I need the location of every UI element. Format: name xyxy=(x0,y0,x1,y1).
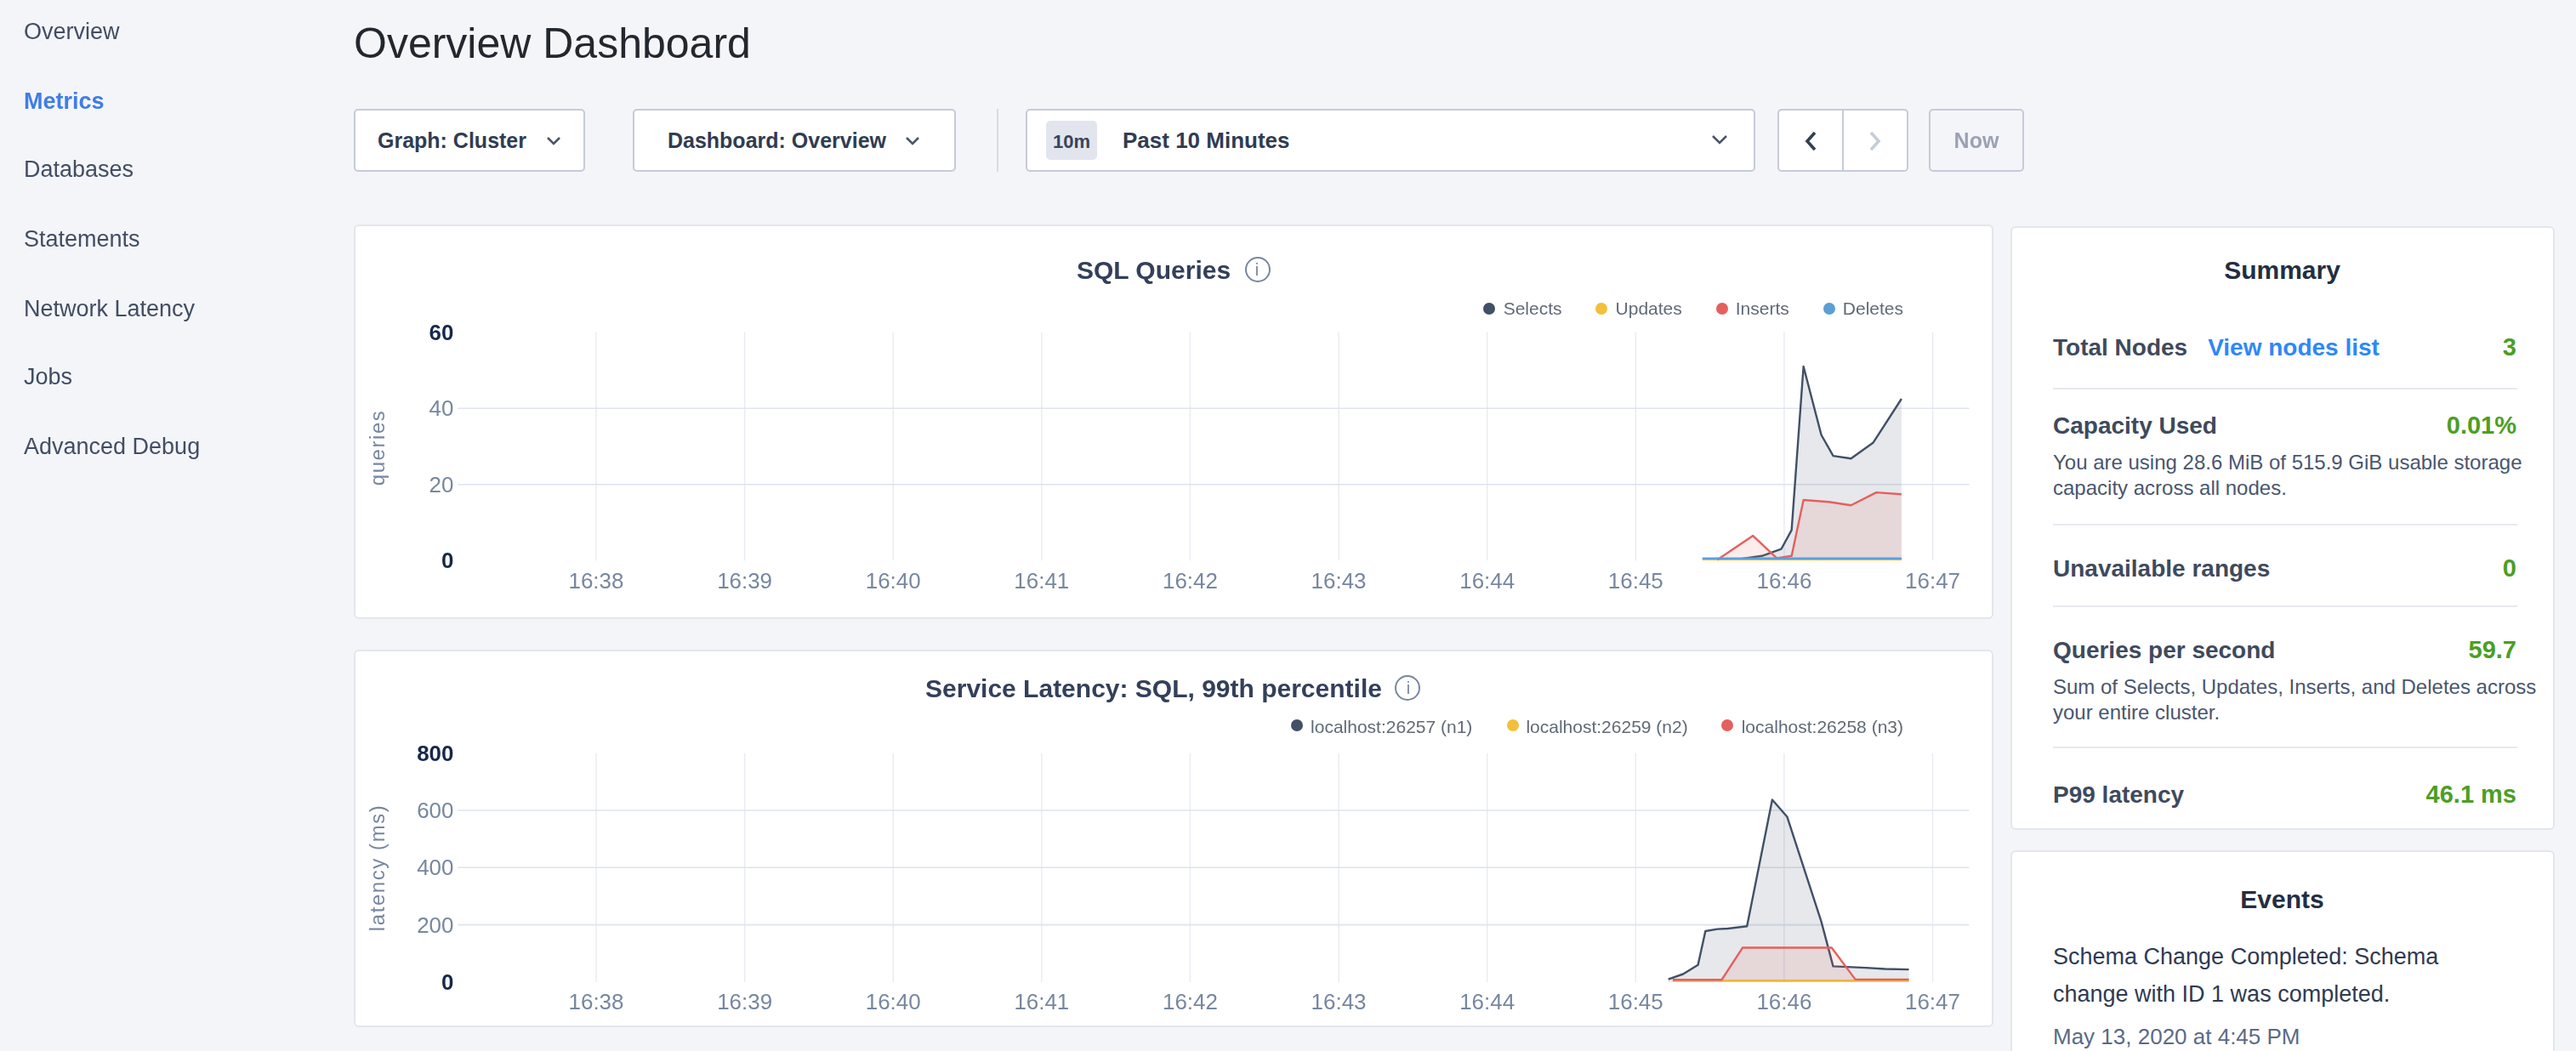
page-title: Overview Dashboard xyxy=(354,19,751,68)
svg-text:queries: queries xyxy=(366,409,389,486)
graph-scope-dropdown[interactable]: Graph: Cluster xyxy=(354,109,584,172)
time-step-buttons xyxy=(1777,109,1908,172)
svg-text:20: 20 xyxy=(429,472,453,496)
step-back-button[interactable] xyxy=(1779,111,1843,170)
service-latency-chart-card: Service Latency: SQL, 99th percentile i … xyxy=(354,649,1993,1027)
svg-text:0: 0 xyxy=(441,969,453,993)
sidebar-item-statements[interactable]: Statements xyxy=(24,226,200,295)
summary-metric-label: Capacity Used xyxy=(2053,412,2217,439)
sidebar-item-advanced-debug[interactable]: Advanced Debug xyxy=(24,434,200,503)
sql-queries-plot: 16:38 16:39 16:40 16:41 16:42 16:43 16:44 16:45… xyxy=(355,225,1991,617)
sidebar-item-jobs[interactable]: Jobs xyxy=(24,365,200,434)
svg-text:16:44: 16:44 xyxy=(1459,989,1515,1013)
summary-metric-value: 0.01% xyxy=(2447,412,2516,439)
chevron-down-icon xyxy=(905,135,920,145)
now-label: Now xyxy=(1954,128,1999,152)
service-latency-plot: 16:38 16:39 16:40 16:41 16:42 16:43 16:44 16:45… xyxy=(355,650,1991,1025)
events-list: Schema Change Completed: Schema change w… xyxy=(2012,938,2552,1048)
summary-row: P99 latency 46.1 ms xyxy=(2053,748,2516,832)
summary-metric-desc: Sum of Selects, Updates, Inserts, and De… xyxy=(2053,675,2540,724)
svg-text:16:39: 16:39 xyxy=(717,989,772,1013)
view-nodes-link[interactable]: View nodes list xyxy=(2208,333,2380,361)
summary-metric-value: 3 xyxy=(2503,333,2516,361)
svg-text:16:45: 16:45 xyxy=(1608,989,1663,1013)
time-range-label: Past 10 Minutes xyxy=(1123,128,1290,153)
chevron-down-icon xyxy=(545,135,560,145)
svg-text:200: 200 xyxy=(417,912,453,936)
svg-text:40: 40 xyxy=(429,395,453,419)
svg-text:16:40: 16:40 xyxy=(866,989,921,1013)
svg-text:16:47: 16:47 xyxy=(1905,989,1960,1013)
summary-metric-label: Unavailable ranges xyxy=(2053,554,2270,582)
svg-text:16:46: 16:46 xyxy=(1756,989,1811,1013)
chevron-down-icon xyxy=(1711,135,1728,146)
svg-text:16:45: 16:45 xyxy=(1608,568,1663,592)
svg-text:latency (ms): latency (ms) xyxy=(366,804,389,931)
dashboard-label: Dashboard: Overview xyxy=(668,128,886,152)
sidebar-item-network-latency[interactable]: Network Latency xyxy=(24,296,200,365)
sidebar-item-metrics[interactable]: Metrics xyxy=(24,88,200,156)
summary-metric-value: 46.1 ms xyxy=(2426,781,2516,808)
event-timestamp: May 13, 2020 at 4:45 PM xyxy=(2053,1023,2511,1048)
summary-metric-label: P99 latency xyxy=(2053,781,2184,808)
summary-title: Summary xyxy=(2012,255,2552,284)
svg-text:16:41: 16:41 xyxy=(1014,568,1069,592)
event-message: Schema Change Completed: Schema change w… xyxy=(2053,938,2448,1013)
summary-metric-value: 59.7 xyxy=(2469,636,2516,663)
sidebar-item-databases[interactable]: Databases xyxy=(24,157,200,226)
svg-text:16:42: 16:42 xyxy=(1163,568,1218,592)
svg-text:600: 600 xyxy=(417,798,453,821)
chevron-right-icon xyxy=(1869,130,1881,151)
summary-row: Unavailable ranges 0 xyxy=(2053,526,2516,607)
now-button[interactable]: Now xyxy=(1929,109,2024,172)
dashboard-dropdown[interactable]: Dashboard: Overview xyxy=(632,109,956,172)
svg-text:16:44: 16:44 xyxy=(1459,568,1515,592)
svg-text:16:43: 16:43 xyxy=(1311,568,1367,592)
time-range-badge: 10m xyxy=(1046,121,1097,160)
svg-text:16:38: 16:38 xyxy=(569,568,624,592)
svg-text:800: 800 xyxy=(417,741,453,764)
svg-text:16:39: 16:39 xyxy=(717,568,772,592)
sidebar-item-overview[interactable]: Overview xyxy=(24,19,200,88)
svg-text:16:40: 16:40 xyxy=(866,568,921,592)
admin-ui-page: OverviewMetricsDatabasesStatementsNetwor… xyxy=(0,0,2576,1051)
summary-row: Queries per second59.7Sum of Selects, Up… xyxy=(2053,607,2516,748)
summary-panel: Summary Total Nodes View nodes list 3 Capac… xyxy=(2010,226,2554,830)
sql-queries-chart-card: SQL Queries i SelectsUpdatesInsertsDelet… xyxy=(354,224,1993,619)
step-forward-button[interactable] xyxy=(1843,111,1907,170)
time-range-dropdown[interactable]: 10m Past 10 Minutes xyxy=(1026,109,1755,172)
svg-text:16:47: 16:47 xyxy=(1905,568,1960,592)
events-title: Events xyxy=(2012,883,2552,912)
svg-text:16:38: 16:38 xyxy=(569,989,624,1013)
toolbar-divider xyxy=(997,109,998,172)
summary-metric-desc: You are using 28.6 MiB of 515.9 GiB usab… xyxy=(2053,451,2540,500)
toolbar: Graph: Cluster Dashboard: Overview 10m P… xyxy=(354,109,1993,172)
events-panel: Events Schema Change Completed: Schema c… xyxy=(2010,849,2554,1051)
summary-metric-label: Queries per second xyxy=(2053,636,2275,663)
graph-scope-label: Graph: Cluster xyxy=(378,128,526,152)
svg-text:16:41: 16:41 xyxy=(1014,989,1069,1013)
summary-metric-value: 0 xyxy=(2503,554,2516,582)
svg-text:16:46: 16:46 xyxy=(1756,568,1811,592)
summary-row: Total Nodes View nodes list 3 xyxy=(2053,284,2516,389)
sidebar: OverviewMetricsDatabasesStatementsNetwor… xyxy=(24,19,200,503)
summary-rows: Total Nodes View nodes list 3 Capacity Used… xyxy=(2053,284,2516,832)
chevron-left-icon xyxy=(1805,130,1817,151)
summary-metric-label: Total Nodes xyxy=(2053,333,2187,361)
svg-text:16:42: 16:42 xyxy=(1163,989,1218,1013)
svg-text:0: 0 xyxy=(441,548,453,571)
svg-text:60: 60 xyxy=(429,320,453,344)
summary-row: Capacity Used0.01%You are using 28.6 MiB… xyxy=(2053,389,2516,526)
svg-text:400: 400 xyxy=(417,855,453,878)
svg-text:16:43: 16:43 xyxy=(1311,989,1367,1013)
